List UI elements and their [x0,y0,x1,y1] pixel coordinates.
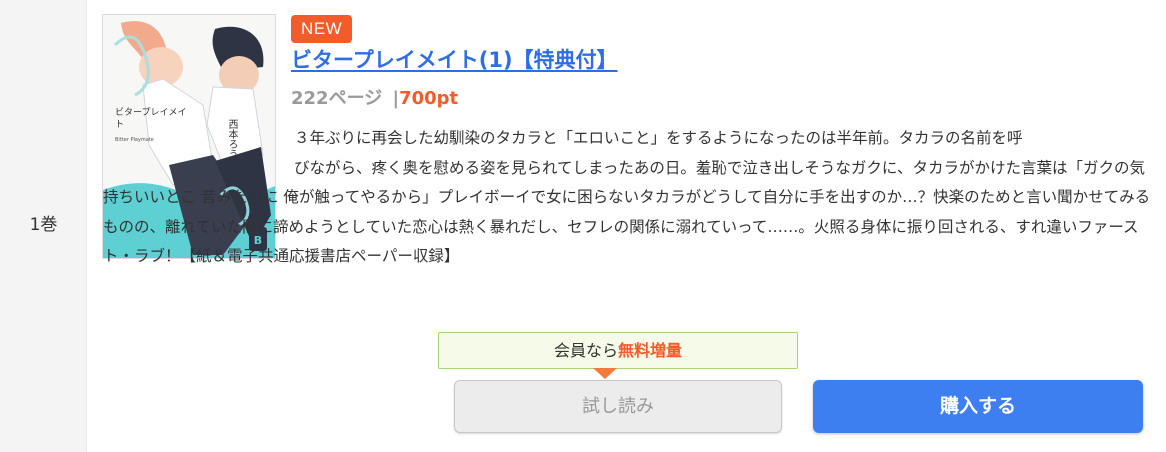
page-count: 222ページ [291,88,383,109]
member-highlight: 無料増量 [618,341,683,360]
trial-read-button[interactable]: 試し読み [454,380,782,433]
member-prefix: 会員なら [553,341,618,360]
price: 700pt [399,88,459,109]
new-badge: NEW [291,15,353,43]
description-line-1: ３年ぶりに再会した幼馴染のタカラと「エロいこと」をするようになったのは半年前。タ… [294,129,1023,147]
book-meta: 222ページ |700pt [291,84,458,110]
volume-column: 1巻 [0,0,87,452]
book-title-link[interactable]: ビタープレイメイト(1)【特典付】 [291,44,618,74]
member-pointer-arrow [593,368,617,379]
description-rest: びながら、疼く奥を慰める姿を見られてしまったあの日。羞恥で泣き出しそうなガクに、… [103,154,1153,272]
cover-subtitle: Bitter Playmate [115,137,154,143]
member-bonus-banner: 会員なら無料増量 [438,332,798,369]
cover-title: ビタープレイメイト [115,108,187,130]
volume-label: 1巻 [29,215,58,235]
description-text: びながら、疼く奥を慰める姿を見られてしまったあの日。羞恥で泣き出しそうなガクに、… [103,158,1151,266]
buy-button[interactable]: 購入する [813,380,1143,433]
